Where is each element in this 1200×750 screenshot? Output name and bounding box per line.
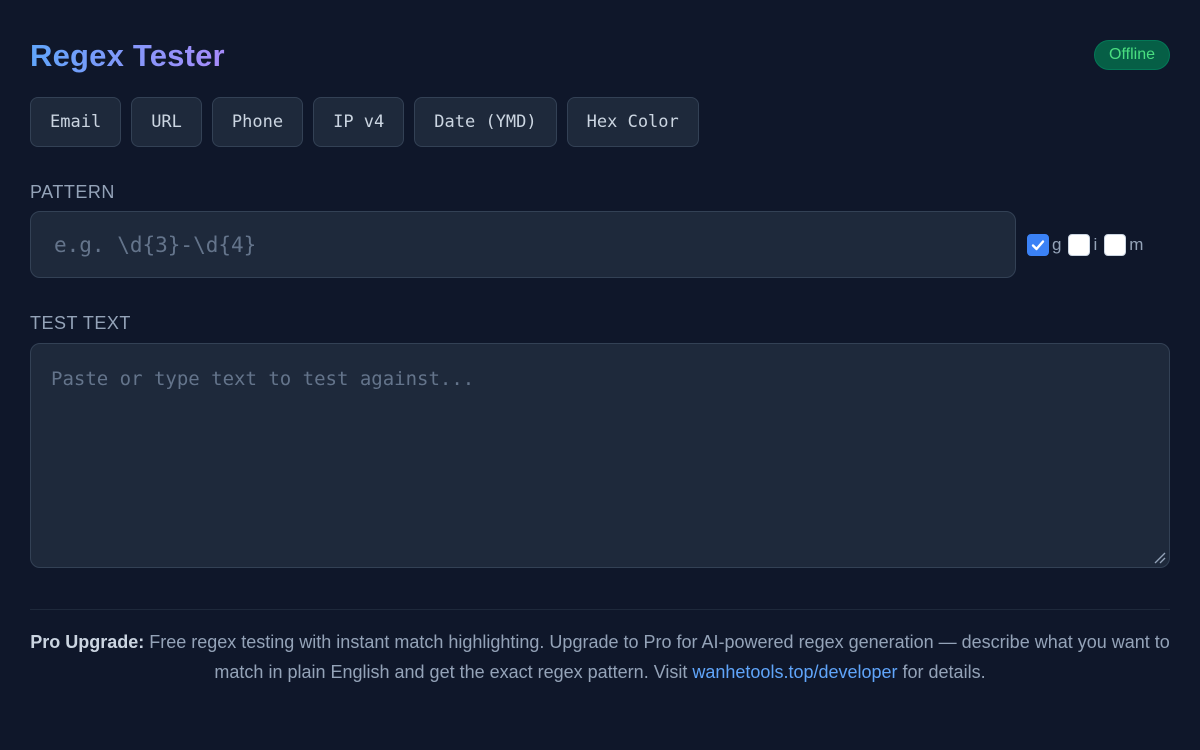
preset-url-button[interactable]: URL — [131, 97, 202, 147]
preset-phone-button[interactable]: Phone — [211, 97, 304, 147]
flag-m-label: m — [1129, 234, 1144, 254]
preset-ipv4-button[interactable]: IP v4 — [313, 97, 405, 147]
checkmark-icon — [1031, 239, 1045, 250]
divider — [30, 609, 1170, 610]
pattern-input[interactable] — [30, 211, 1016, 278]
preset-bar: Email URL Phone IP v4 Date (YMD) Hex Col… — [30, 97, 699, 147]
test-text-label: TEST TEXT — [30, 313, 131, 333]
flag-m-checkbox[interactable] — [1104, 233, 1127, 256]
flag-g[interactable]: g — [1027, 233, 1062, 256]
preset-hex-color-button[interactable]: Hex Color — [566, 97, 699, 147]
resize-grip-icon[interactable] — [1152, 550, 1166, 564]
flag-i-checkbox[interactable] — [1068, 233, 1091, 256]
preset-date-button[interactable]: Date (YMD) — [414, 97, 557, 147]
flag-g-checkbox[interactable] — [1027, 233, 1049, 256]
developer-link[interactable]: wanhetools.top/developer — [692, 662, 897, 682]
pro-upgrade-heading: Pro Upgrade: — [30, 632, 145, 652]
pro-upgrade-text-end: for details. — [897, 662, 986, 682]
regex-tester-app: Regex Tester Offline Email URL Phone IP … — [0, 0, 1200, 750]
pro-upgrade-text: Free regex testing with instant match hi… — [144, 632, 1170, 682]
preset-email-button[interactable]: Email — [30, 97, 122, 147]
flag-i-label: i — [1093, 234, 1098, 254]
pro-upgrade-note: Pro Upgrade: Free regex testing with ins… — [30, 627, 1170, 687]
flag-g-label: g — [1052, 234, 1062, 254]
flag-group: g i m — [1027, 233, 1144, 256]
header: Regex Tester Offline — [30, 36, 1170, 76]
pattern-label: PATTERN — [30, 182, 115, 202]
status-badge: Offline — [1094, 40, 1170, 70]
app-title: Regex Tester — [30, 38, 225, 73]
pattern-row: g i m — [30, 211, 1170, 278]
flag-m[interactable]: m — [1104, 233, 1144, 256]
flag-i[interactable]: i — [1068, 233, 1098, 256]
test-text-area[interactable] — [30, 343, 1170, 568]
